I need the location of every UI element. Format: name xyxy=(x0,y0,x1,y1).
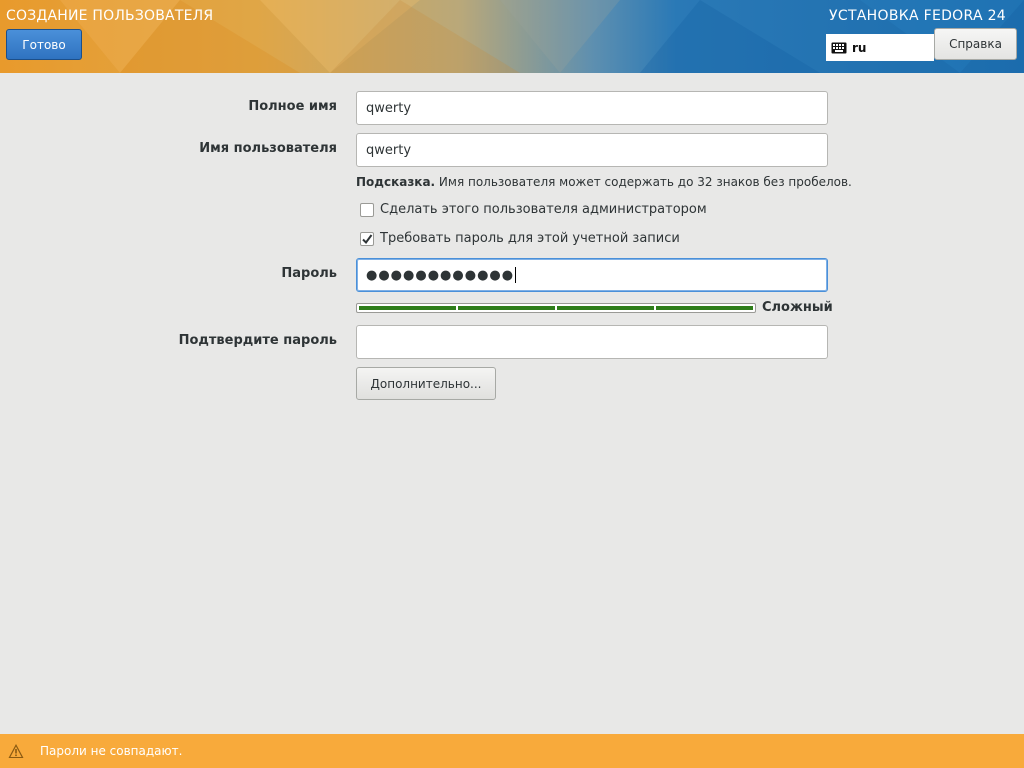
warning-bar: Пароли не совпадают. xyxy=(0,734,1024,768)
page-title: СОЗДАНИЕ ПОЛЬЗОВАТЕЛЯ xyxy=(6,8,214,24)
fullname-input[interactable]: qwerty xyxy=(356,91,828,125)
checkmark-icon xyxy=(362,233,373,244)
header-bar: СОЗДАНИЕ ПОЛЬЗОВАТЕЛЯ УСТАНОВКА FEDORA 2… xyxy=(0,0,1024,73)
password-input[interactable]: ●●●●●●●●●●●● xyxy=(356,258,828,292)
password-dots: ●●●●●●●●●●●● xyxy=(366,267,515,283)
help-button[interactable]: Справка xyxy=(934,28,1017,60)
admin-checkbox[interactable] xyxy=(360,202,374,217)
username-hint: Подсказка. Имя пользователя может содерж… xyxy=(356,175,852,189)
strength-segment xyxy=(656,306,753,310)
username-input[interactable]: qwerty xyxy=(356,133,828,167)
require-password-label[interactable]: Требовать пароль для этой учетной записи xyxy=(380,231,680,246)
admin-checkbox-label[interactable]: Сделать этого пользователя администратор… xyxy=(380,202,707,217)
password-strength-label: Сложный xyxy=(762,300,833,315)
require-password-checkbox[interactable] xyxy=(360,231,374,246)
text-cursor xyxy=(515,267,517,283)
advanced-button[interactable]: Дополнительно... xyxy=(356,367,496,400)
username-label: Имя пользователя xyxy=(199,141,337,156)
require-password-checkbox-row[interactable]: Требовать пароль для этой учетной записи xyxy=(360,231,680,246)
fullname-label: Полное имя xyxy=(248,99,337,114)
hint-prefix: Подсказка. xyxy=(356,175,436,189)
warning-text: Пароли не совпадают. xyxy=(40,744,183,758)
strength-segment xyxy=(557,306,654,310)
admin-checkbox-row[interactable]: Сделать этого пользователя администратор… xyxy=(360,202,707,217)
confirm-password-input[interactable] xyxy=(356,325,828,359)
strength-segment xyxy=(359,306,456,310)
confirm-password-label: Подтвердите пароль xyxy=(178,333,337,348)
strength-segment xyxy=(458,306,555,310)
password-label: Пароль xyxy=(281,266,337,281)
keyboard-layout-label: ru xyxy=(852,40,867,55)
product-title: УСТАНОВКА FEDORA 24 xyxy=(829,8,1006,24)
keyboard-layout-indicator[interactable]: ru xyxy=(826,34,934,61)
hint-text: Имя пользователя может содержать до 32 з… xyxy=(435,175,852,189)
password-strength-bar xyxy=(356,303,756,313)
done-button[interactable]: Готово xyxy=(6,29,82,60)
keyboard-icon xyxy=(831,42,847,53)
warning-icon xyxy=(8,744,24,758)
